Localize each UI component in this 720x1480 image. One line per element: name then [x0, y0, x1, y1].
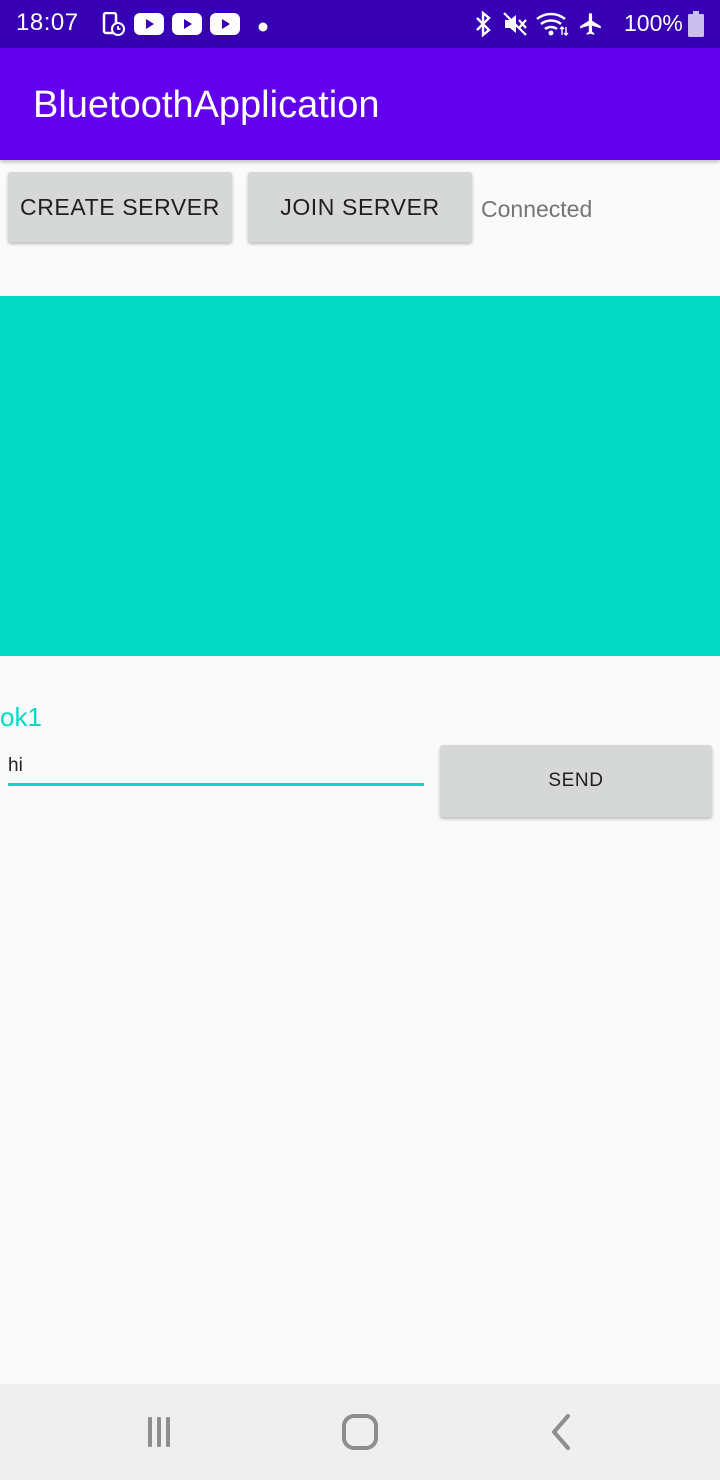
- received-message: ok1: [0, 702, 42, 732]
- create-server-button[interactable]: CREATE SERVER: [8, 172, 232, 242]
- youtube-icon: [210, 13, 240, 40]
- message-input[interactable]: [8, 748, 424, 786]
- airplane-icon: [578, 11, 604, 42]
- youtube-icon: [134, 13, 164, 40]
- battery-percent: 100%: [624, 10, 683, 36]
- message-input-wrapper: [8, 748, 424, 790]
- status-bar: 18:07 100%: [0, 0, 720, 48]
- send-button[interactable]: SEND: [440, 745, 712, 817]
- screen-record-icon: [102, 11, 126, 41]
- app-title: BluetoothApplication: [33, 84, 380, 126]
- youtube-icon: [172, 13, 202, 40]
- message-panel: [0, 296, 720, 656]
- recent-apps-icon: [148, 1417, 170, 1447]
- mute-icon: [502, 11, 530, 42]
- bluetooth-icon: [473, 10, 493, 42]
- app-bar: BluetoothApplication: [0, 48, 720, 160]
- navigation-bar: [0, 1384, 720, 1480]
- back-button[interactable]: [538, 1408, 586, 1456]
- home-button[interactable]: [336, 1408, 384, 1456]
- wifi-icon: [535, 11, 569, 42]
- recent-apps-button[interactable]: [134, 1408, 182, 1456]
- back-icon: [552, 1414, 570, 1450]
- battery-icon: [688, 11, 704, 42]
- connection-status: Connected: [481, 196, 593, 222]
- join-server-button[interactable]: JOIN SERVER: [248, 172, 472, 242]
- home-icon: [342, 1414, 378, 1450]
- dot-icon: [258, 19, 268, 37]
- status-time: 18:07: [16, 9, 79, 36]
